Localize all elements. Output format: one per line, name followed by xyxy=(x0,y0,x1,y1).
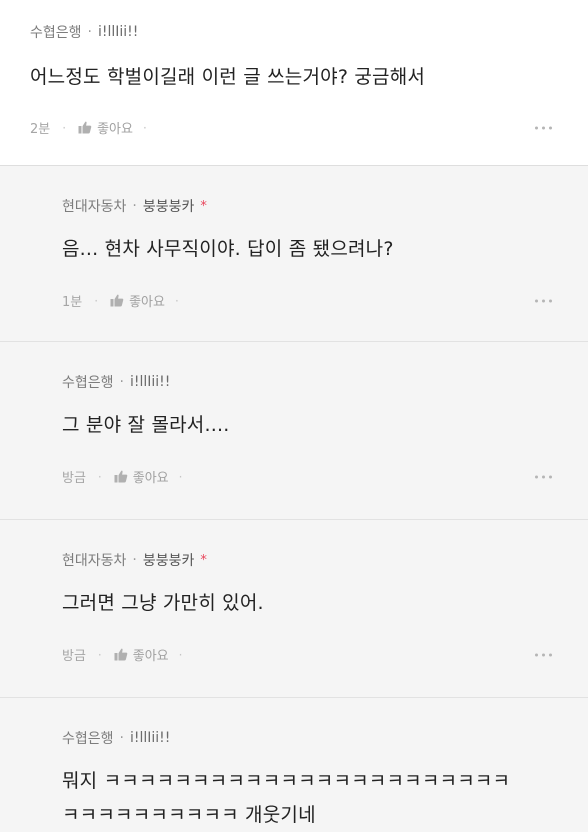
more-options-button[interactable] xyxy=(535,653,552,656)
comment-meta: 현대자동차 · 붕붕붕카 * xyxy=(62,166,552,216)
comment: 수협은행 · i!llIii!! 어느정도 학벌이길래 이런 글 쓰는거야? 궁… xyxy=(0,0,588,166)
like-button[interactable]: 좋아요 xyxy=(78,118,133,137)
timestamp: 1분 xyxy=(62,295,83,310)
comment-text-line: 뭐지 ㅋㅋㅋㅋㅋㅋㅋㅋㅋㅋㅋㅋㅋㅋㅋㅋㅋㅋㅋㅋㅋㅋㅋ xyxy=(62,770,511,792)
more-options-button[interactable] xyxy=(535,299,552,302)
comment-text: 뭐지 ㅋㅋㅋㅋㅋㅋㅋㅋㅋㅋㅋㅋㅋㅋㅋㅋㅋㅋㅋㅋㅋㅋㅋ ㅋㅋㅋㅋㅋㅋㅋㅋㅋㅋ 개웃… xyxy=(62,764,552,832)
comment-meta: 수협은행 · i!llIii!! xyxy=(62,698,552,748)
like-button[interactable]: 좋아요 xyxy=(114,467,169,486)
more-dots-icon xyxy=(535,653,538,656)
more-dots-icon xyxy=(535,126,538,129)
separator-dot: · xyxy=(142,120,147,135)
timestamp: 2분 xyxy=(30,122,51,137)
author-mark: * xyxy=(200,198,207,214)
timestamp: 방금 xyxy=(62,471,86,486)
more-dots-icon xyxy=(535,475,538,478)
like-label: 좋아요 xyxy=(132,649,169,664)
comment-text: 음... 현차 사무직이야. 답이 좀 됐으려나? xyxy=(62,238,394,260)
comment-meta: 수협은행 · i!llIii!! xyxy=(62,342,552,392)
reply-comment: 수협은행 · i!llIii!! 뭐지 ㅋㅋㅋㅋㅋㅋㅋㅋㅋㅋㅋㅋㅋㅋㅋㅋㅋㅋㅋㅋ… xyxy=(0,698,588,832)
comment-meta: 수협은행 · i!llIii!! xyxy=(30,0,552,42)
comment-text-line: ㅋㅋㅋㅋㅋㅋㅋㅋㅋㅋ 개웃기네 xyxy=(62,804,316,826)
author-mark: * xyxy=(200,552,207,568)
company-name: 수협은행 xyxy=(30,25,82,41)
separator-dot: · xyxy=(174,293,179,308)
separator-dot: · xyxy=(97,469,102,484)
separator-dot: · xyxy=(87,24,92,40)
separator-dot: · xyxy=(132,552,137,568)
more-dots-icon xyxy=(535,299,538,302)
like-label: 좋아요 xyxy=(132,471,169,486)
more-options-button[interactable] xyxy=(535,126,552,129)
more-options-button[interactable] xyxy=(535,475,552,478)
comment-thread: 수협은행 · i!llIii!! 어느정도 학벌이길래 이런 글 쓰는거야? 궁… xyxy=(0,0,588,832)
reply-comment: 현대자동차 · 붕붕붕카 * 그러면 그냥 가만히 있어. 방금 · 좋아요 · xyxy=(0,520,588,698)
thumbs-up-icon xyxy=(114,470,128,483)
comment-footer: 방금 · 좋아요 · xyxy=(62,467,552,486)
nickname[interactable]: 붕붕붕카 xyxy=(143,550,195,570)
comment-footer: 1분 · 좋아요 · xyxy=(62,291,552,310)
like-label: 좋아요 xyxy=(97,122,133,137)
nickname[interactable]: i!llIii!! xyxy=(98,24,138,40)
separator-dot: · xyxy=(97,647,102,662)
company-name: 현대자동차 xyxy=(62,553,127,569)
comment-text: 어느정도 학벌이길래 이런 글 쓰는거야? 궁금해서 xyxy=(30,66,426,88)
company-name: 현대자동차 xyxy=(62,199,127,215)
separator-dot: · xyxy=(178,647,183,662)
reply-comment: 수협은행 · i!llIii!! 그 분야 잘 몰라서.... 방금 · 좋아요… xyxy=(0,342,588,520)
like-label: 좋아요 xyxy=(129,295,165,310)
comment-text: 그러면 그냥 가만히 있어. xyxy=(62,592,264,614)
separator-dot: · xyxy=(119,730,124,746)
thumbs-up-icon xyxy=(114,648,128,661)
timestamp: 방금 xyxy=(62,649,86,664)
separator-dot: · xyxy=(119,374,124,390)
separator-dot: · xyxy=(132,198,137,214)
comment-meta: 현대자동차 · 붕붕붕카 * xyxy=(62,520,552,570)
separator-dot: · xyxy=(62,120,67,135)
separator-dot: · xyxy=(94,293,99,308)
like-button[interactable]: 좋아요 xyxy=(110,291,165,310)
nickname[interactable]: 붕붕붕카 xyxy=(143,196,195,216)
nickname[interactable]: i!llIii!! xyxy=(130,374,170,390)
nickname[interactable]: i!llIii!! xyxy=(130,730,170,746)
comment-footer: 2분 · 좋아요 · xyxy=(30,118,552,137)
thumbs-up-icon xyxy=(78,121,92,134)
company-name: 수협은행 xyxy=(62,731,114,747)
like-button[interactable]: 좋아요 xyxy=(114,645,169,664)
comment-footer: 방금 · 좋아요 · xyxy=(62,645,552,664)
comment-text: 그 분야 잘 몰라서.... xyxy=(62,414,230,436)
thumbs-up-icon xyxy=(110,294,124,307)
separator-dot: · xyxy=(178,469,183,484)
reply-comment: 현대자동차 · 붕붕붕카 * 음... 현차 사무직이야. 답이 좀 됐으려나?… xyxy=(0,166,588,342)
company-name: 수협은행 xyxy=(62,375,114,391)
